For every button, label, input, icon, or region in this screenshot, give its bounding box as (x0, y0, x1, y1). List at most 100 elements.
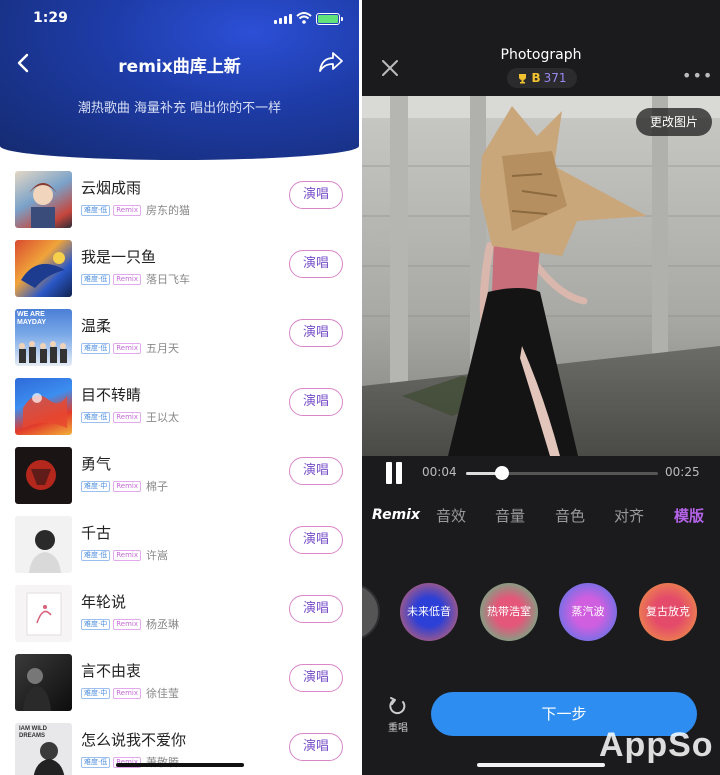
difficulty-badge: 难度·低 (81, 549, 111, 561)
tab-sound-effect[interactable]: 音效 (436, 505, 466, 526)
difficulty-badge: 难度·低 (81, 411, 111, 423)
song-row: 勇气 难度·中 Remix 棉子 演唱 (0, 443, 359, 511)
song-title: 勇气 (81, 455, 112, 473)
sing-button[interactable]: 演唱 (289, 181, 343, 209)
total-time: 00:25 (665, 465, 700, 479)
home-indicator[interactable] (477, 763, 605, 767)
battery-icon (316, 13, 343, 25)
pause-icon[interactable] (384, 462, 404, 484)
song-meta: 难度·中 Remix 徐佳莹 (81, 685, 179, 701)
remix-badge: Remix (113, 342, 141, 354)
song-artist: 徐佳莹 (146, 687, 179, 700)
song-title: 温柔 (81, 317, 112, 335)
song-title: 我是一只鱼 (81, 248, 157, 266)
wifi-icon (296, 12, 312, 24)
song-row: 目不转睛 难度·低 Remix 王以太 演唱 (0, 374, 359, 442)
background-photo (362, 96, 720, 456)
song-artist: 五月天 (146, 342, 179, 355)
album-cover: IAM WILD DREAMS (15, 723, 72, 775)
album-cover (15, 171, 72, 228)
score-count: 371 (543, 71, 567, 85)
song-row: 我是一只鱼 难度·低 Remix 落日飞车 演唱 (0, 236, 359, 304)
sing-button[interactable]: 演唱 (289, 388, 343, 416)
status-bar: 1:29 (0, 10, 359, 30)
song-artist: 萧敬腾 (146, 754, 179, 770)
song-title: 目不转睛 (81, 386, 142, 404)
tab-timbre[interactable]: 音色 (555, 505, 585, 526)
sing-button[interactable]: 演唱 (289, 733, 343, 761)
song-meta: 难度·中 Remix 棉子 (81, 478, 168, 494)
remix-badge: Remix (113, 687, 141, 699)
difficulty-badge: 难度·低 (81, 273, 111, 285)
song-artist: 棉子 (146, 480, 168, 493)
effect-option[interactable]: 复古放克 (639, 583, 697, 641)
song-artist: 落日飞车 (146, 273, 190, 286)
song-meta: 难度·低 Remix 许嵩 (81, 547, 168, 563)
tab-volume[interactable]: 音量 (495, 505, 525, 526)
song-row: WE ARE MAYDAY 温柔 难度·低 Remix 五月天 演唱 (0, 305, 359, 373)
song-meta: 难度·低 Remix 王以太 (81, 409, 179, 425)
trophy-icon (519, 73, 527, 83)
remix-badge: Remix (113, 204, 141, 216)
song-name: Photograph (500, 47, 582, 63)
sing-button[interactable]: 演唱 (289, 526, 343, 554)
difficulty-badge: 难度·低 (81, 756, 111, 768)
sing-button[interactable]: 演唱 (289, 250, 343, 278)
song-row: 年轮说 难度·中 Remix 杨丞琳 演唱 (0, 581, 359, 649)
score-badge: B 371 (507, 68, 577, 88)
effect-option[interactable]: 未来低音 (400, 583, 458, 641)
sing-button[interactable]: 演唱 (289, 664, 343, 692)
difficulty-badge: 难度·低 (81, 342, 111, 354)
sing-button[interactable]: 演唱 (289, 595, 343, 623)
song-row: 千古 难度·低 Remix 许嵩 演唱 (0, 512, 359, 580)
song-meta: 难度·中 Remix 杨丞琳 (81, 616, 179, 632)
album-cover (15, 654, 72, 711)
remix-badge: Remix (113, 549, 141, 561)
song-meta: 难度·低 Remix 房东的猫 (81, 202, 190, 218)
progress-knob[interactable] (495, 466, 510, 480)
status-time: 1:29 (33, 10, 68, 26)
song-library-screen: 1:29 remix曲库上新 潮热歌曲 海量补充 唱出你的不一样 云烟成雨 难度… (0, 0, 359, 775)
song-artist: 王以太 (146, 411, 179, 424)
song-row: 言不由衷 难度·中 Remix 徐佳莹 演唱 (0, 650, 359, 718)
song-title: 年轮说 (81, 593, 127, 611)
redo-button[interactable]: 重唱 (384, 696, 412, 734)
album-cover (15, 585, 72, 642)
signal-icon (274, 14, 292, 24)
remix-editor-screen: Photograph B 371 ••• 更改图片 00:04 00:25 Re… (362, 0, 720, 775)
home-indicator[interactable] (116, 763, 244, 767)
song-meta: 难度·低 Remix 萧敬腾 (81, 754, 179, 770)
song-row: 云烟成雨 难度·低 Remix 房东的猫 演唱 (0, 167, 359, 235)
song-artist: 杨丞琳 (146, 618, 179, 631)
more-icon[interactable]: ••• (682, 66, 713, 85)
remix-badge: Remix (113, 480, 141, 492)
difficulty-badge: 难度·中 (81, 480, 111, 492)
watermark: AppSo (599, 726, 714, 764)
album-cover (15, 240, 72, 297)
album-cover (15, 516, 72, 573)
change-image-button[interactable]: 更改图片 (636, 108, 712, 136)
remix-badge: Remix (113, 273, 141, 285)
song-meta: 难度·低 Remix 五月天 (81, 340, 179, 356)
current-time: 00:04 (422, 465, 457, 479)
difficulty-badge: 难度·中 (81, 618, 111, 630)
tab-alignment[interactable]: 对齐 (614, 505, 644, 526)
tab-template[interactable]: 模版 (674, 505, 704, 526)
progress-slider[interactable] (466, 466, 658, 480)
difficulty-badge: 难度·中 (81, 687, 111, 699)
song-title: 云烟成雨 (81, 179, 142, 197)
album-cover (15, 447, 72, 504)
redo-label: 重唱 (388, 723, 408, 734)
effect-option[interactable]: 蒸汽波 (559, 583, 617, 641)
difficulty-badge: 难度·低 (81, 204, 111, 216)
header-subtitle: 潮热歌曲 海量补充 唱出你的不一样 (77, 101, 282, 116)
tab-remix[interactable]: Remix (372, 507, 420, 523)
effect-option[interactable]: 热带浩室 (480, 583, 538, 641)
share-icon[interactable] (318, 50, 344, 74)
remix-badge: Remix (113, 411, 141, 423)
album-cover: WE ARE MAYDAY (15, 309, 72, 366)
sing-button[interactable]: 演唱 (289, 457, 343, 485)
sing-button[interactable]: 演唱 (289, 319, 343, 347)
effect-option-partial[interactable] (362, 583, 380, 641)
song-artist: 许嵩 (146, 549, 168, 562)
